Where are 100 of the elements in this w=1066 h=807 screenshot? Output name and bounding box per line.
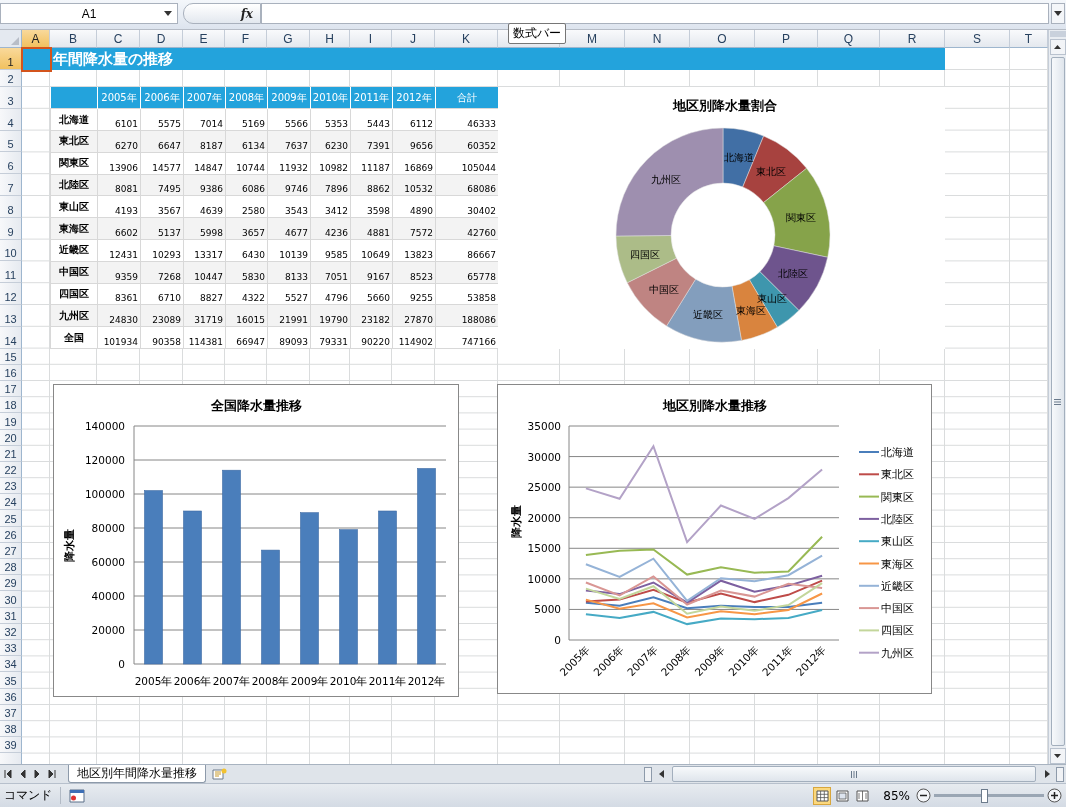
legend-label: 四国区 — [881, 624, 914, 638]
axis-tick-label: 2009年 — [290, 675, 329, 687]
table-cell: 11932 — [267, 152, 311, 175]
column-title: 2005年 — [97, 87, 141, 109]
table-cell: 14577 — [140, 152, 184, 175]
axis-tick-label: 2011年 — [368, 675, 407, 687]
table-cell: 5527 — [267, 283, 311, 305]
row-label: 四国区 — [50, 283, 98, 305]
legend-label: 近畿区 — [881, 579, 914, 593]
axis-tick-label: 20000 — [91, 624, 125, 636]
axis-tick-label: 2010年 — [329, 675, 368, 687]
axis-tick-label: 10000 — [527, 572, 561, 585]
slice-label: 東北区 — [756, 166, 786, 177]
legend-label: 北陸区 — [881, 512, 914, 526]
table-cell: 13906 — [97, 152, 141, 175]
table-cell: 10649 — [350, 239, 393, 262]
table-cell: 12431 — [97, 239, 141, 262]
legend-label: 東北区 — [881, 468, 914, 482]
legend-label: 関東区 — [881, 490, 914, 504]
table-cell: 4796 — [310, 283, 351, 305]
table-cell: 13823 — [392, 239, 436, 262]
table-cell: 10982 — [310, 152, 351, 175]
table-cell: 79331 — [310, 326, 351, 349]
row-label: 東海区 — [50, 217, 98, 240]
axis-tick-label: 120000 — [84, 454, 125, 466]
cell-reference: A1 — [81, 6, 97, 21]
legend-label: 東山区 — [881, 535, 914, 549]
legend-label: 中国区 — [881, 602, 914, 616]
column-title: 2006年 — [140, 87, 184, 109]
table-cell: 7014 — [183, 108, 226, 131]
table-cell: 10139 — [267, 239, 311, 262]
table-cell: 11187 — [350, 152, 393, 175]
axis-tick-label: 2008年 — [251, 675, 290, 687]
table-cell: 66947 — [225, 326, 268, 349]
table-cell: 6101 — [97, 108, 141, 131]
column-title: 2010年 — [310, 87, 351, 109]
axis-tick-label: 15000 — [527, 542, 561, 555]
slice-label: 関東区 — [785, 211, 816, 223]
table-cell: 8827 — [183, 283, 226, 305]
status-mode: コマンド — [0, 787, 61, 804]
table-cell: 4193 — [97, 196, 141, 218]
chart-title: 全国降水量推移 — [210, 398, 302, 413]
axis-tick-label: 2005年 — [134, 675, 173, 687]
column-title: 2007年 — [183, 87, 226, 109]
slice-label: 四国区 — [630, 248, 661, 260]
table-cell: 10293 — [140, 239, 184, 262]
slice-label: 中国区 — [648, 283, 679, 295]
row-label: 関東区 — [50, 152, 98, 175]
table-cell: 101934 — [97, 326, 141, 349]
row-label: 北海道 — [50, 108, 98, 131]
row-label: 九州区 — [50, 304, 98, 327]
column-title: 2011年 — [350, 87, 393, 109]
table-cell: 9255 — [392, 283, 436, 305]
table-cell: 4322 — [225, 283, 268, 305]
table-cell: 6430 — [225, 239, 268, 262]
table-cell: 90220 — [350, 326, 393, 349]
row-label: 北陸区 — [50, 174, 98, 196]
table-cell: 5660 — [350, 283, 393, 305]
row-label: 東北区 — [50, 130, 98, 153]
column-title: 2009年 — [267, 87, 311, 109]
column-title: 2008年 — [225, 87, 268, 109]
column-title: 合計 — [435, 87, 499, 109]
table-cell: 4639 — [183, 196, 226, 218]
table-cell: 4890 — [392, 196, 436, 218]
row-label: 全国 — [50, 326, 98, 349]
axis-tick-label: 20000 — [527, 511, 561, 524]
table-cell: 3598 — [350, 196, 393, 218]
axis-tick-label: 100000 — [84, 488, 125, 500]
chart-title: 地区別降水量推移 — [663, 398, 767, 413]
axis-tick-label: 80000 — [91, 522, 125, 534]
table-cell: 3543 — [267, 196, 311, 218]
table-cell: 89093 — [267, 326, 311, 349]
axis-tick-label: 25000 — [527, 481, 561, 494]
legend-label: 東海区 — [881, 557, 914, 571]
table-cell: 5353 — [310, 108, 351, 131]
slice-label: 九州区 — [651, 173, 682, 185]
column-title: 2012年 — [392, 87, 436, 109]
axis-tick-label: 30000 — [527, 450, 561, 463]
axis-tick-label: 40000 — [91, 590, 125, 602]
slice-label: 北陸区 — [778, 268, 809, 280]
table-cell: 6112 — [392, 108, 436, 131]
axis-tick-label: 35000 — [527, 420, 561, 432]
row-label: 東山区 — [50, 196, 98, 218]
axis-title: 降水量 — [63, 528, 76, 562]
table-cell: 5169 — [225, 108, 268, 131]
table-cell: 13317 — [183, 239, 226, 262]
legend-label: 九州区 — [881, 646, 914, 660]
table-cell: 10744 — [225, 152, 268, 175]
table-cell: 14847 — [183, 152, 226, 175]
table-cell: 3412 — [310, 196, 351, 218]
table-cell: 90358 — [140, 326, 184, 349]
row-label: 中国区 — [50, 261, 98, 284]
axis-tick-label: 0 — [554, 634, 561, 646]
slice-label: 近畿区 — [692, 308, 723, 320]
sheet-title: 年間降水量の推移 — [22, 48, 945, 70]
axis-tick-label: 5000 — [534, 603, 561, 616]
table-cell: 9585 — [310, 239, 351, 262]
row-label: 近畿区 — [50, 239, 98, 262]
axis-tick-label: 2007年 — [212, 675, 251, 687]
tooltip: 数式バー — [508, 23, 566, 44]
